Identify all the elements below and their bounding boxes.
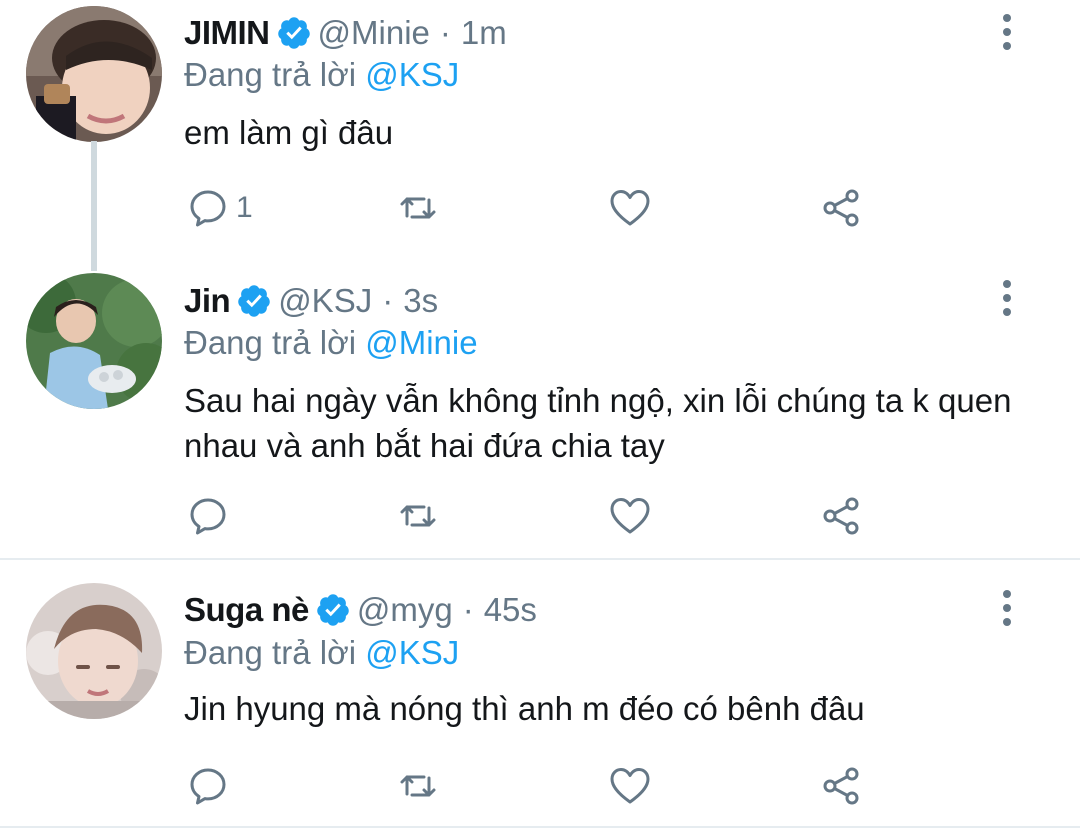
like-heart-icon [608,494,652,538]
timestamp[interactable]: 1m [461,14,507,52]
retweet-button[interactable] [396,186,440,230]
display-name[interactable]: Suga nè [184,591,309,629]
reply-icon [186,494,230,538]
share-icon [820,764,864,808]
avatar[interactable] [26,6,162,142]
tweet-header: Suga nè @myg · 45s [184,588,537,632]
display-name[interactable]: Jin [184,282,231,320]
avatar[interactable] [26,273,162,409]
reply-count: 1 [236,191,253,224]
tweet[interactable]: JIMIN @Minie · 1m Đang trả lời @KSJ em l… [0,0,1080,271]
more-vertical-icon[interactable] [992,12,1022,52]
retweet-button[interactable] [396,494,440,538]
verified-badge-icon [315,592,351,628]
timestamp[interactable]: 3s [403,282,438,320]
tweet-text: Jin hyung mà nóng thì anh m đéo có bênh … [184,690,865,727]
replying-to-label: Đang trả lời [184,634,357,671]
share-button[interactable] [820,186,864,230]
replying-to-label: Đang trả lời [184,324,357,361]
replying-to: Đang trả lời @KSJ [184,56,459,94]
reply-button[interactable]: 1 [186,186,253,230]
like-button[interactable] [608,186,652,230]
separator: · [382,282,394,319]
share-button[interactable] [820,494,864,538]
tweet[interactable]: Suga nè @myg · 45s Đang trả lời @KSJ Jin… [0,560,1080,829]
more-vertical-icon[interactable] [992,278,1022,318]
mention-link[interactable]: @KSJ [365,634,459,671]
retweet-icon [396,764,440,808]
retweet-button[interactable] [396,764,440,808]
share-icon [820,186,864,230]
replying-to: Đang trả lời @KSJ [184,634,459,672]
handle[interactable]: @Minie [318,14,430,52]
like-button[interactable] [608,494,652,538]
share-button[interactable] [820,764,864,808]
tweet-text: em làm gì đâu [184,114,394,151]
more-vertical-icon[interactable] [992,588,1022,628]
reply-icon [186,764,230,808]
reply-icon [186,186,230,230]
share-icon [820,494,864,538]
tweet-header: Jin @KSJ · 3s [184,279,438,323]
reply-button[interactable] [186,494,230,538]
verified-badge-icon [236,283,272,319]
tweet[interactable]: Jin @KSJ · 3s Đang trả lời @Minie Sau ha… [0,270,1080,558]
action-bar: 1 [184,186,884,230]
replying-to: Đang trả lời @Minie [184,324,478,362]
verified-badge-icon [276,15,312,51]
separator: · [439,14,451,51]
action-bar [184,494,884,538]
divider [0,826,1080,828]
action-bar [184,764,884,808]
avatar[interactable] [26,583,162,719]
like-heart-icon [608,186,652,230]
separator: · [462,591,474,628]
handle[interactable]: @KSJ [278,282,372,320]
tweet-header: JIMIN @Minie · 1m [184,11,507,55]
display-name[interactable]: JIMIN [184,14,270,52]
retweet-icon [396,494,440,538]
handle[interactable]: @myg [357,591,453,629]
thread-line [91,141,97,271]
like-heart-icon [608,764,652,808]
mention-link[interactable]: @KSJ [365,56,459,93]
mention-link[interactable]: @Minie [365,324,477,361]
retweet-icon [396,186,440,230]
timestamp[interactable]: 45s [484,591,537,629]
tweet-text: Sau hai ngày vẫn không tỉnh ngộ, xin lỗi… [184,382,1012,464]
like-button[interactable] [608,764,652,808]
replying-to-label: Đang trả lời [184,56,357,93]
reply-button[interactable] [186,764,230,808]
